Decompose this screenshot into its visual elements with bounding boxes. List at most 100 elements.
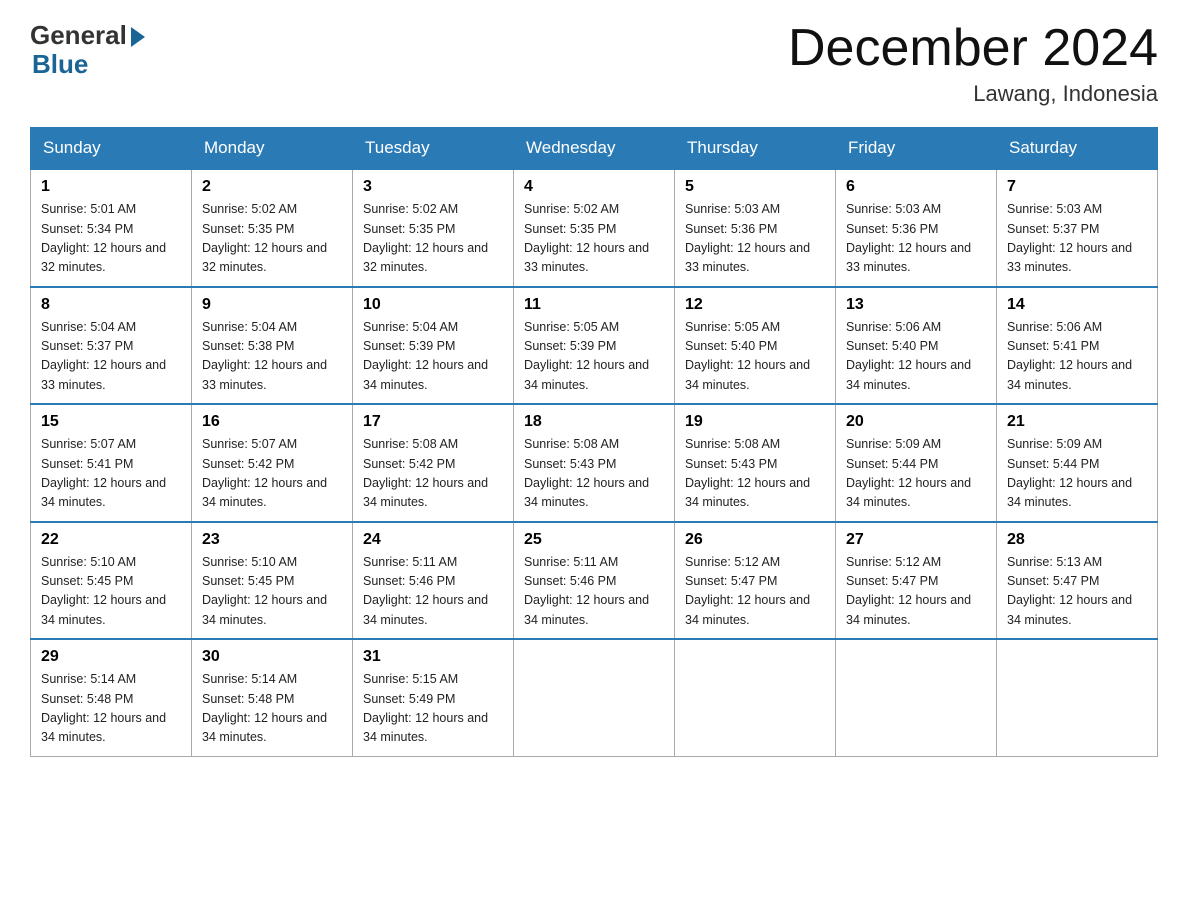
day-number: 1: [41, 178, 181, 196]
day-number: 7: [1007, 178, 1147, 196]
calendar-cell: 17 Sunrise: 5:08 AMSunset: 5:42 PMDayligh…: [353, 404, 514, 522]
day-info: Sunrise: 5:06 AMSunset: 5:40 PMDaylight:…: [846, 318, 986, 396]
day-info: Sunrise: 5:12 AMSunset: 5:47 PMDaylight:…: [685, 553, 825, 631]
day-info: Sunrise: 5:03 AMSunset: 5:36 PMDaylight:…: [685, 200, 825, 278]
day-number: 25: [524, 531, 664, 549]
calendar-cell: 16Sunrise: 5:07 AMSunset: 5:42 PMDayligh…: [192, 404, 353, 522]
day-number: 23: [202, 531, 342, 549]
calendar-cell: 21 Sunrise: 5:09 AMSunset: 5:44 PMDayligh…: [997, 404, 1158, 522]
calendar-cell: 1Sunrise: 5:01 AMSunset: 5:34 PMDaylight…: [31, 169, 192, 287]
day-info: Sunrise: 5:07 AMSunset: 5:41 PMDaylight:…: [41, 435, 181, 513]
calendar-cell: 3 Sunrise: 5:02 AMSunset: 5:35 PMDaylight…: [353, 169, 514, 287]
calendar-cell: [675, 639, 836, 756]
day-info: Sunrise: 5:05 AMSunset: 5:39 PMDaylight:…: [524, 318, 664, 396]
title-block: December 2024 Lawang, Indonesia: [788, 20, 1158, 107]
calendar-cell: 25 Sunrise: 5:11 AMSunset: 5:46 PMDayligh…: [514, 522, 675, 640]
calendar-week-1: 1Sunrise: 5:01 AMSunset: 5:34 PMDaylight…: [31, 169, 1158, 287]
calendar-cell: [514, 639, 675, 756]
calendar-cell: 4 Sunrise: 5:02 AMSunset: 5:35 PMDaylight…: [514, 169, 675, 287]
day-info: Sunrise: 5:12 AMSunset: 5:47 PMDaylight:…: [846, 553, 986, 631]
logo-arrow-icon: [131, 27, 145, 47]
day-number: 22: [41, 531, 181, 549]
calendar-week-5: 29Sunrise: 5:14 AMSunset: 5:48 PMDayligh…: [31, 639, 1158, 756]
day-info: Sunrise: 5:04 AMSunset: 5:39 PMDaylight:…: [363, 318, 503, 396]
day-number: 19: [685, 413, 825, 431]
calendar-cell: [997, 639, 1158, 756]
calendar-cell: 10 Sunrise: 5:04 AMSunset: 5:39 PMDayligh…: [353, 287, 514, 405]
day-info: Sunrise: 5:13 AMSunset: 5:47 PMDaylight:…: [1007, 553, 1147, 631]
day-number: 11: [524, 296, 664, 314]
location: Lawang, Indonesia: [788, 81, 1158, 107]
day-number: 30: [202, 648, 342, 666]
day-info: Sunrise: 5:14 AMSunset: 5:48 PMDaylight:…: [202, 670, 342, 748]
day-info: Sunrise: 5:10 AMSunset: 5:45 PMDaylight:…: [41, 553, 181, 631]
calendar-cell: 22 Sunrise: 5:10 AMSunset: 5:45 PMDayligh…: [31, 522, 192, 640]
day-number: 20: [846, 413, 986, 431]
day-info: Sunrise: 5:09 AMSunset: 5:44 PMDaylight:…: [1007, 435, 1147, 513]
day-info: Sunrise: 5:14 AMSunset: 5:48 PMDaylight:…: [41, 670, 181, 748]
day-info: Sunrise: 5:03 AMSunset: 5:36 PMDaylight:…: [846, 200, 986, 278]
day-number: 3: [363, 178, 503, 196]
calendar-cell: 28Sunrise: 5:13 AMSunset: 5:47 PMDayligh…: [997, 522, 1158, 640]
day-info: Sunrise: 5:04 AMSunset: 5:38 PMDaylight:…: [202, 318, 342, 396]
day-number: 8: [41, 296, 181, 314]
day-number: 31: [363, 648, 503, 666]
day-info: Sunrise: 5:02 AMSunset: 5:35 PMDaylight:…: [202, 200, 342, 278]
calendar-cell: 8 Sunrise: 5:04 AMSunset: 5:37 PMDaylight…: [31, 287, 192, 405]
day-info: Sunrise: 5:08 AMSunset: 5:43 PMDaylight:…: [685, 435, 825, 513]
day-info: Sunrise: 5:04 AMSunset: 5:37 PMDaylight:…: [41, 318, 181, 396]
month-title: December 2024: [788, 20, 1158, 77]
day-number: 12: [685, 296, 825, 314]
weekday-header-tuesday: Tuesday: [353, 128, 514, 170]
weekday-header-friday: Friday: [836, 128, 997, 170]
calendar-cell: 7 Sunrise: 5:03 AMSunset: 5:37 PMDaylight…: [997, 169, 1158, 287]
weekday-header-monday: Monday: [192, 128, 353, 170]
calendar-cell: 29Sunrise: 5:14 AMSunset: 5:48 PMDayligh…: [31, 639, 192, 756]
calendar-cell: 23 Sunrise: 5:10 AMSunset: 5:45 PMDayligh…: [192, 522, 353, 640]
calendar-cell: 2Sunrise: 5:02 AMSunset: 5:35 PMDaylight…: [192, 169, 353, 287]
day-number: 9: [202, 296, 342, 314]
calendar-cell: 9 Sunrise: 5:04 AMSunset: 5:38 PMDaylight…: [192, 287, 353, 405]
day-info: Sunrise: 5:09 AMSunset: 5:44 PMDaylight:…: [846, 435, 986, 513]
weekday-header-saturday: Saturday: [997, 128, 1158, 170]
day-number: 15: [41, 413, 181, 431]
day-number: 14: [1007, 296, 1147, 314]
calendar-cell: 18Sunrise: 5:08 AMSunset: 5:43 PMDayligh…: [514, 404, 675, 522]
day-number: 10: [363, 296, 503, 314]
day-info: Sunrise: 5:03 AMSunset: 5:37 PMDaylight:…: [1007, 200, 1147, 278]
calendar-cell: 19 Sunrise: 5:08 AMSunset: 5:43 PMDayligh…: [675, 404, 836, 522]
day-number: 24: [363, 531, 503, 549]
logo-general-text: General: [30, 20, 127, 51]
day-info: Sunrise: 5:06 AMSunset: 5:41 PMDaylight:…: [1007, 318, 1147, 396]
calendar-cell: 15 Sunrise: 5:07 AMSunset: 5:41 PMDayligh…: [31, 404, 192, 522]
day-info: Sunrise: 5:02 AMSunset: 5:35 PMDaylight:…: [363, 200, 503, 278]
day-info: Sunrise: 5:02 AMSunset: 5:35 PMDaylight:…: [524, 200, 664, 278]
calendar-cell: 30 Sunrise: 5:14 AMSunset: 5:48 PMDayligh…: [192, 639, 353, 756]
day-number: 21: [1007, 413, 1147, 431]
day-number: 5: [685, 178, 825, 196]
weekday-header-sunday: Sunday: [31, 128, 192, 170]
day-number: 4: [524, 178, 664, 196]
calendar-week-4: 22 Sunrise: 5:10 AMSunset: 5:45 PMDayligh…: [31, 522, 1158, 640]
weekday-header-wednesday: Wednesday: [514, 128, 675, 170]
day-info: Sunrise: 5:11 AMSunset: 5:46 PMDaylight:…: [524, 553, 664, 631]
logo-blue-text: Blue: [30, 49, 88, 80]
calendar-week-3: 15 Sunrise: 5:07 AMSunset: 5:41 PMDayligh…: [31, 404, 1158, 522]
day-info: Sunrise: 5:08 AMSunset: 5:42 PMDaylight:…: [363, 435, 503, 513]
page-header: General Blue December 2024 Lawang, Indon…: [30, 20, 1158, 107]
day-info: Sunrise: 5:05 AMSunset: 5:40 PMDaylight:…: [685, 318, 825, 396]
calendar-cell: 27Sunrise: 5:12 AMSunset: 5:47 PMDayligh…: [836, 522, 997, 640]
calendar-cell: [836, 639, 997, 756]
calendar-cell: 5 Sunrise: 5:03 AMSunset: 5:36 PMDaylight…: [675, 169, 836, 287]
weekday-header-thursday: Thursday: [675, 128, 836, 170]
day-number: 26: [685, 531, 825, 549]
day-info: Sunrise: 5:15 AMSunset: 5:49 PMDaylight:…: [363, 670, 503, 748]
calendar-cell: 11 Sunrise: 5:05 AMSunset: 5:39 PMDayligh…: [514, 287, 675, 405]
calendar-table: SundayMondayTuesdayWednesdayThursdayFrid…: [30, 127, 1158, 757]
calendar-cell: 26 Sunrise: 5:12 AMSunset: 5:47 PMDayligh…: [675, 522, 836, 640]
day-number: 17: [363, 413, 503, 431]
day-info: Sunrise: 5:10 AMSunset: 5:45 PMDaylight:…: [202, 553, 342, 631]
calendar-cell: 12 Sunrise: 5:05 AMSunset: 5:40 PMDayligh…: [675, 287, 836, 405]
day-info: Sunrise: 5:07 AMSunset: 5:42 PMDaylight:…: [202, 435, 342, 513]
day-number: 13: [846, 296, 986, 314]
